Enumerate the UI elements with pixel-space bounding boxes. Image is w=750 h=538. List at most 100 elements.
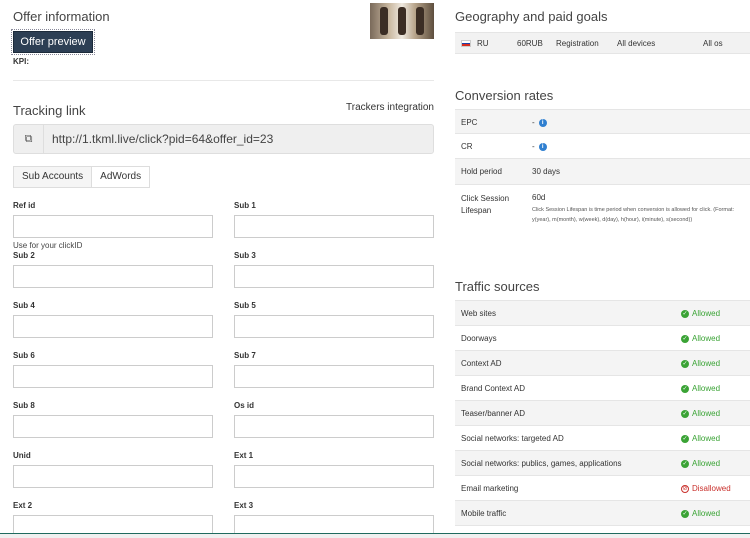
traffic-source-row: Teaser/banner AD ✓ Allowed xyxy=(455,400,750,425)
check-circle-icon: ✓ xyxy=(681,509,689,518)
field-label: Sub 5 xyxy=(234,301,256,310)
traffic-status: ✓ Allowed xyxy=(681,459,720,468)
field-input[interactable] xyxy=(234,315,434,338)
russia-flag-icon xyxy=(461,40,471,47)
traffic-status-text: Allowed xyxy=(692,334,721,343)
tab-sub-accounts[interactable]: Sub Accounts xyxy=(13,166,93,188)
check-circle-icon: ✓ xyxy=(681,359,689,368)
traffic-status: ✓ Allowed xyxy=(681,384,720,393)
field-input[interactable] xyxy=(13,315,213,338)
traffic-source-row: Social networks: publics, games, applica… xyxy=(455,450,750,475)
field-label: Ext 3 xyxy=(234,501,254,510)
traffic-status: ⊘Disallowed xyxy=(681,484,731,493)
info-icon[interactable]: i xyxy=(538,118,547,127)
conversion-key: Click Session Lifespan xyxy=(461,194,510,215)
field-label: Ext 2 xyxy=(13,501,33,510)
geography-row: RU 60RUB Registration All devices All os xyxy=(455,32,750,54)
field-input[interactable] xyxy=(234,465,434,488)
traffic-status: ✓ Allowed xyxy=(681,434,720,443)
conversion-row: Hold period 30 days xyxy=(455,158,750,184)
traffic-status: ✓ Allowed xyxy=(681,409,720,418)
check-circle-icon: ✓ xyxy=(681,334,689,343)
conversion-value-text: 30 days xyxy=(532,167,561,176)
traffic-source-name: Social networks: publics, games, applica… xyxy=(461,459,622,468)
conversion-row: EPC - i xyxy=(455,109,750,133)
field-label: Sub 2 xyxy=(13,251,35,260)
tracking-url[interactable]: http://1.tkml.live/click?pid=64&offer_id… xyxy=(52,132,273,146)
traffic-status-text: Allowed xyxy=(692,434,721,443)
field-label: Ext 1 xyxy=(234,451,254,460)
geography-title: Geography and paid goals xyxy=(455,9,608,24)
traffic-source-name: Email marketing xyxy=(461,484,519,493)
traffic-source-row: Web sites ✓ Allowed xyxy=(455,300,750,325)
conversion-value-text: - xyxy=(532,142,535,151)
traffic-source-row: Doorways ✓ Allowed xyxy=(455,325,750,350)
field-label: Sub 1 xyxy=(234,201,256,210)
traffic-source-name: Web sites xyxy=(461,309,496,318)
check-circle-icon: ✓ xyxy=(681,384,689,393)
field-input[interactable] xyxy=(13,365,213,388)
traffic-status-text: Allowed xyxy=(692,509,721,518)
field-input[interactable] xyxy=(234,415,434,438)
field-label: Sub 4 xyxy=(13,301,35,310)
traffic-source-row: Brand Context AD ✓ Allowed xyxy=(455,375,750,400)
traffic-status-text: Allowed xyxy=(692,359,721,368)
copy-icon[interactable]: ⧉ xyxy=(14,125,44,153)
tracking-url-box[interactable]: ⧉ http://1.tkml.live/click?pid=64&offer_… xyxy=(13,124,434,154)
geo-devices: All devices xyxy=(617,39,656,48)
field-input[interactable] xyxy=(13,265,213,288)
traffic-status-text: Allowed xyxy=(692,309,721,318)
traffic-source-name: Teaser/banner AD xyxy=(461,409,526,418)
traffic-status: ✓ Allowed xyxy=(681,359,720,368)
traffic-sources-table: Web sites ✓ Allowed Doorways ✓ Allowed Context… xyxy=(455,300,750,538)
field-label: Sub 7 xyxy=(234,351,256,360)
details-column: Geography and paid goals RU 60RUB Regist… xyxy=(448,0,750,538)
conversion-value-text: - xyxy=(532,118,535,127)
section-divider xyxy=(13,80,434,81)
field-input[interactable] xyxy=(234,215,434,238)
field-input[interactable] xyxy=(13,215,213,238)
field-input[interactable] xyxy=(234,365,434,388)
field-label: Ref id xyxy=(13,201,36,210)
traffic-source-name: Context AD xyxy=(461,359,502,368)
traffic-source-name: Mobile traffic xyxy=(461,509,507,518)
traffic-source-row: Mobile traffic ✓ Allowed xyxy=(455,500,750,525)
conversion-row: CR - i xyxy=(455,133,750,158)
traffic-source-name: Doorways xyxy=(461,334,497,343)
geo-country: RU xyxy=(477,39,489,48)
check-circle-icon: ✓ xyxy=(681,434,689,443)
field-label: Os id xyxy=(234,401,255,410)
conversion-key: CR xyxy=(461,142,473,151)
conversion-value-text: 60d xyxy=(532,193,546,202)
conversion-row: Click Session Lifespan 60d Click Session L… xyxy=(455,184,750,264)
traffic-status: ✓ Allowed xyxy=(681,509,720,518)
traffic-sources-title: Traffic sources xyxy=(455,279,540,294)
traffic-status-text: Allowed xyxy=(692,384,721,393)
check-circle-icon: ✓ xyxy=(681,309,689,318)
window-bottom-edge xyxy=(0,533,750,538)
conversion-table: EPC - i CR - i Hold period 30 days Click Session… xyxy=(455,109,750,264)
field-label: Sub 3 xyxy=(234,251,256,260)
field-input[interactable] xyxy=(13,415,213,438)
field-input[interactable] xyxy=(234,265,434,288)
field-label: Sub 6 xyxy=(13,351,35,360)
traffic-status: ✓ Allowed xyxy=(681,334,720,343)
field-input[interactable] xyxy=(13,465,213,488)
geo-payout: 60RUB xyxy=(517,39,543,48)
info-icon[interactable]: i xyxy=(538,142,547,151)
offer-preview-button[interactable]: Offer preview xyxy=(11,29,95,55)
lifespan-note: Click Session Lifespan is time period wh… xyxy=(532,207,735,223)
conversion-value: -i xyxy=(532,118,547,127)
conversion-key: Hold period xyxy=(461,167,502,176)
offer-thumbnail-image[interactable] xyxy=(370,3,434,39)
trackers-integration-link[interactable]: Trackers integration xyxy=(346,102,434,113)
traffic-source-row: Email marketing ⊘ Disallowed xyxy=(455,475,750,500)
traffic-source-row: Context AD ✓ Allowed xyxy=(455,350,750,375)
tracking-link-title: Tracking link xyxy=(13,103,86,118)
traffic-source-row: Social networks: targeted AD ✓ Allowed xyxy=(455,425,750,450)
conversion-key: EPC xyxy=(461,118,478,127)
field-label: Unid xyxy=(13,451,31,460)
offer-information-title: Offer information xyxy=(13,9,110,24)
tab-adwords[interactable]: AdWords xyxy=(92,166,151,188)
conversion-value: 30 days xyxy=(532,167,560,176)
